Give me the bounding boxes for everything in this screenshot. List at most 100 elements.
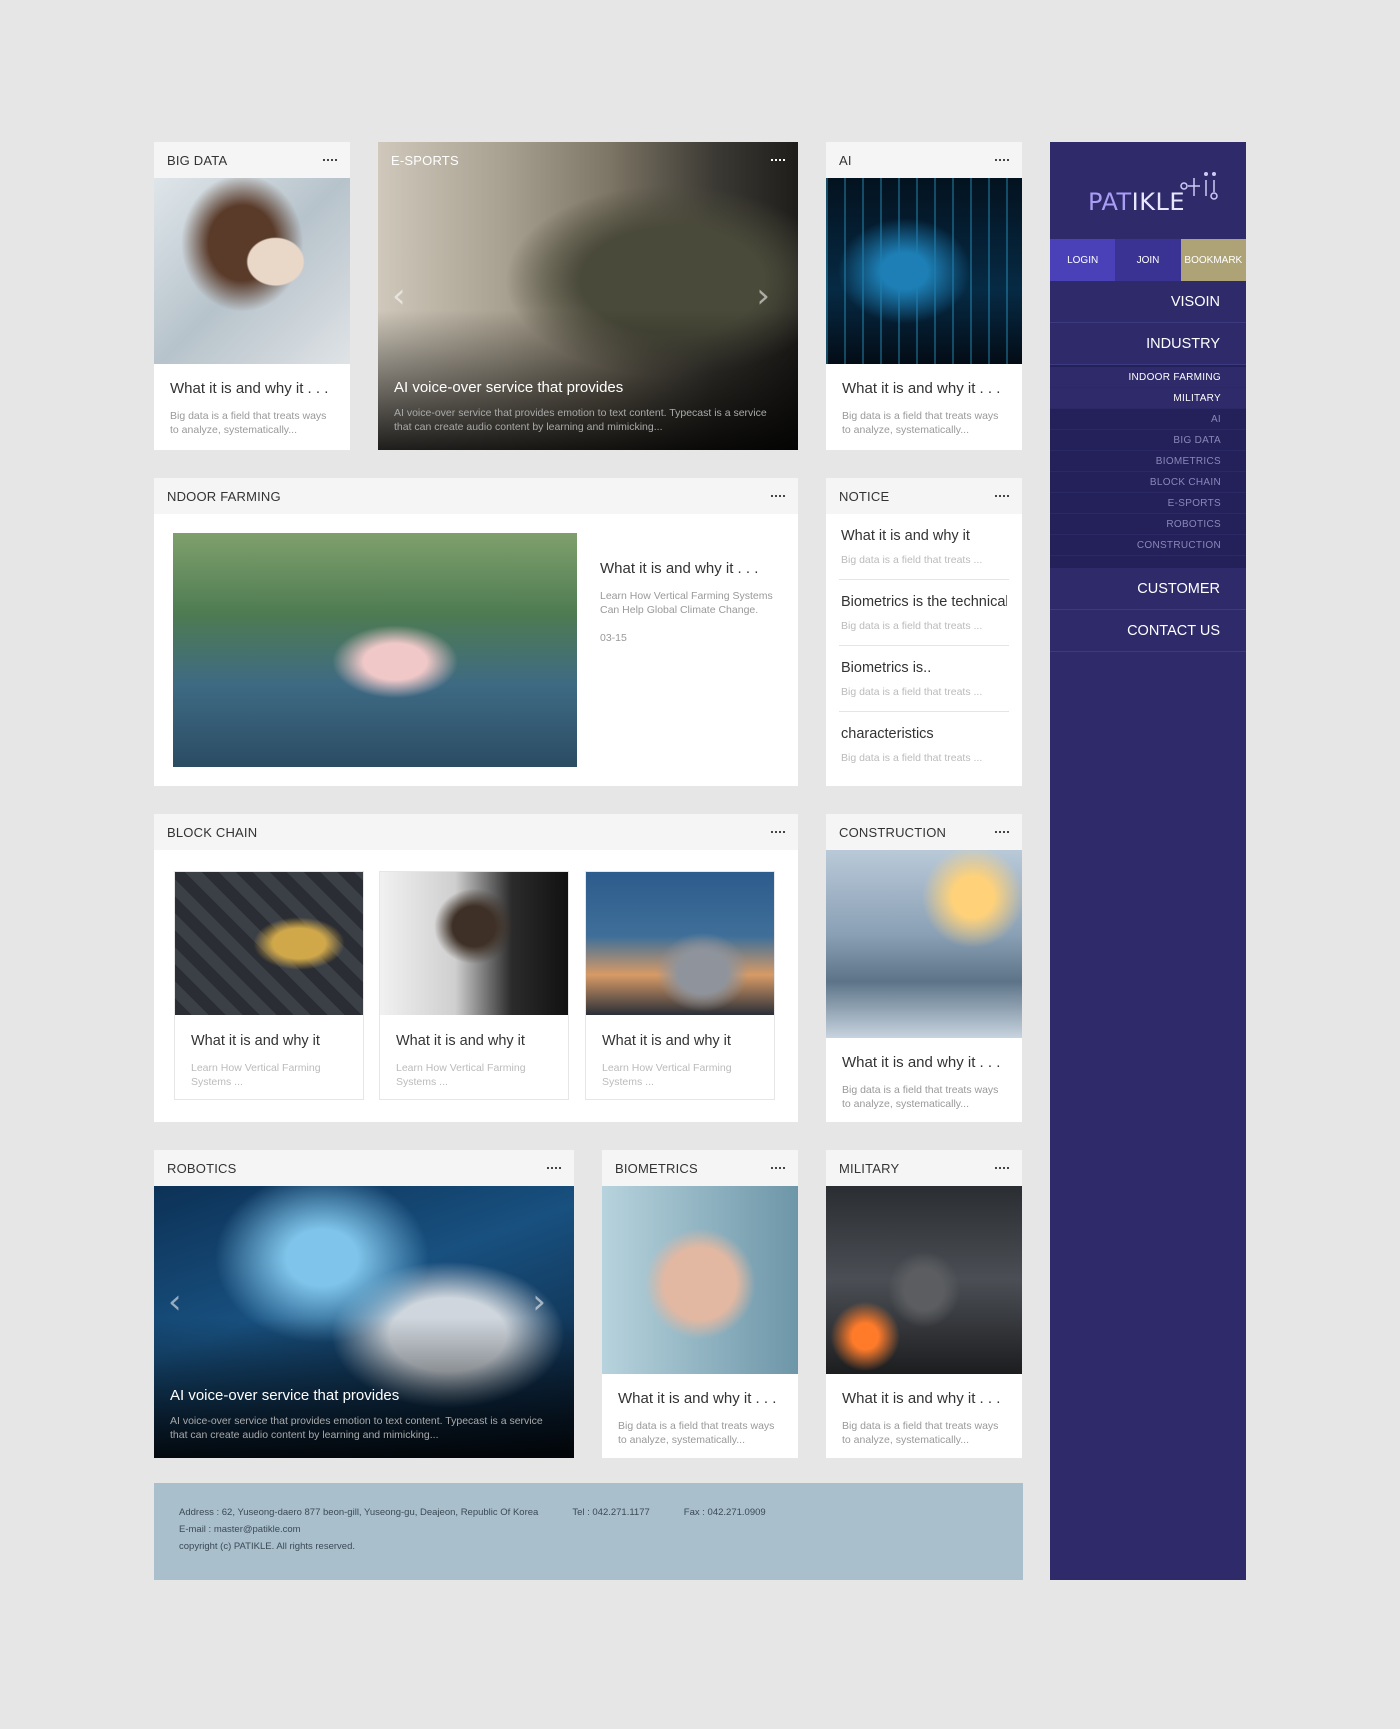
more-icon[interactable]: [995, 1163, 1009, 1173]
card-title: MILITARY: [839, 1160, 900, 1176]
more-icon[interactable]: [547, 1163, 561, 1173]
card-header: BIOMETRICS: [602, 1150, 798, 1186]
card-e-sports: E-SPORTS ‹ › AI voice-over service that …: [378, 142, 798, 450]
nav-customer[interactable]: CUSTOMER: [1050, 568, 1246, 610]
card-robotics: ROBOTICS ‹ › AI voice-over service that …: [154, 1150, 574, 1458]
footer-fax: Fax : 042.271.0909: [683, 1507, 766, 1518]
footer-copyright: copyright (c) PATIKLE. All rights reserv…: [179, 1541, 355, 1552]
article-title[interactable]: What it is and why it . . .: [618, 1390, 782, 1407]
industry-submenu: INDOOR FARMING MILITARY AI BIG DATA BIOM…: [1050, 365, 1246, 568]
notice-item[interactable]: What it is and why it Big data is a fiel…: [839, 514, 1009, 580]
notice-item[interactable]: Biometrics is the technical Big data is …: [839, 580, 1009, 646]
submenu-big-data[interactable]: BIG DATA: [1050, 430, 1246, 451]
card-title: NDOOR FARMING: [167, 488, 281, 504]
submenu-e-sports[interactable]: E-SPORTS: [1050, 493, 1246, 514]
submenu-military[interactable]: MILITARY: [1050, 388, 1246, 409]
nav-industry[interactable]: INDUSTRY: [1050, 323, 1246, 365]
block-chain-image: [586, 872, 774, 1015]
military-image[interactable]: [826, 1186, 1022, 1374]
more-icon[interactable]: [771, 491, 785, 501]
logo[interactable]: PATIKLE: [1050, 142, 1246, 239]
block-chain-item[interactable]: What it is and why it Learn How Vertical…: [379, 871, 569, 1100]
card-title: BLOCK CHAIN: [167, 824, 258, 840]
block-chain-item[interactable]: What it is and why it Learn How Vertical…: [585, 871, 775, 1100]
ai-image[interactable]: [826, 178, 1022, 364]
submenu-ai[interactable]: AI: [1050, 409, 1246, 430]
footer-address: Address : 62, Yuseong-daero 877 beon-gil…: [179, 1507, 539, 1518]
card-construction: CONSTRUCTION What it is and why it . . .…: [826, 814, 1022, 1122]
more-icon[interactable]: [323, 155, 337, 165]
bookmark-button[interactable]: BOOKMARK: [1180, 239, 1246, 281]
block-chain-image: [175, 872, 363, 1015]
article-title: What it is and why it: [191, 1033, 320, 1049]
block-chain-image: [380, 872, 568, 1015]
notice-description: Big data is a field that treats ...: [841, 620, 983, 632]
card-header: BLOCK CHAIN: [154, 814, 798, 850]
card-header: NDOOR FARMING: [154, 478, 798, 514]
article-description: Learn How Vertical Farming Systems Can H…: [600, 590, 773, 616]
notice-title: characteristics: [841, 726, 934, 742]
article-description: Big data is a field that treats ways to …: [842, 1420, 999, 1446]
slide-title[interactable]: AI voice-over service that provides: [170, 1387, 558, 1404]
card-indoor-farming: NDOOR FARMING What it is and why it . . …: [154, 478, 798, 786]
notice-item[interactable]: characteristics Big data is a field that…: [839, 712, 1009, 778]
card-header: MILITARY: [826, 1150, 1022, 1186]
submenu-indoor-farming[interactable]: INDOOR FARMING: [1050, 367, 1246, 388]
card-block-chain: BLOCK CHAIN What it is and why it Learn …: [154, 814, 798, 1122]
notice-title: What it is and why it: [841, 528, 970, 544]
more-icon[interactable]: [995, 491, 1009, 501]
article-title: What it is and why it: [396, 1033, 525, 1049]
biometrics-image[interactable]: [602, 1186, 798, 1374]
nav-vision[interactable]: VISOIN: [1050, 281, 1246, 323]
slide-description: AI voice-over service that provides emot…: [394, 407, 767, 433]
card-header: AI: [826, 142, 1022, 178]
big-data-image[interactable]: [154, 178, 350, 364]
slide-description: AI voice-over service that provides emot…: [170, 1415, 543, 1441]
footer: Address : 62, Yuseong-daero 877 beon-gil…: [154, 1483, 1023, 1580]
article-description: Big data is a field that treats ways to …: [842, 410, 999, 436]
article-title: What it is and why it: [602, 1033, 731, 1049]
notice-title: Biometrics is..: [841, 660, 932, 676]
block-chain-item[interactable]: What it is and why it Learn How Vertical…: [174, 871, 364, 1100]
card-header: NOTICE: [826, 478, 1022, 514]
article-title[interactable]: What it is and why it . . .: [170, 380, 334, 397]
card-title: BIOMETRICS: [615, 1160, 698, 1176]
article-description: Big data is a field that treats ways to …: [842, 1084, 999, 1110]
sidebar: PATIKLE LOGIN JOIN BOOKMARK VISOIN INDUS…: [1050, 142, 1246, 1580]
article-title[interactable]: What it is and why it . . .: [842, 1390, 1006, 1407]
card-ai: AI What it is and why it . . . Big data …: [826, 142, 1022, 450]
notice-description: Big data is a field that treats ...: [841, 686, 983, 698]
logo-mark-icon: [1180, 172, 1218, 200]
card-title: AI: [839, 152, 852, 168]
submenu-robotics[interactable]: ROBOTICS: [1050, 514, 1246, 535]
indoor-farming-image[interactable]: [173, 533, 577, 767]
submenu-block-chain[interactable]: BLOCK CHAIN: [1050, 472, 1246, 493]
construction-image[interactable]: [826, 850, 1022, 1038]
more-icon[interactable]: [995, 827, 1009, 837]
article-title[interactable]: What it is and why it . . .: [842, 380, 1006, 397]
chevron-right-icon[interactable]: ›: [756, 276, 770, 316]
notice-item[interactable]: Biometrics is.. Big data is a field that…: [839, 646, 1009, 712]
join-button[interactable]: JOIN: [1115, 239, 1181, 281]
more-icon[interactable]: [771, 827, 785, 837]
slide-title[interactable]: AI voice-over service that provides: [394, 379, 782, 396]
chevron-left-icon[interactable]: ‹: [168, 1282, 182, 1322]
notice-description: Big data is a field that treats ...: [841, 554, 983, 566]
article-date: 03-15: [600, 632, 627, 644]
article-title[interactable]: What it is and why it . . .: [600, 560, 790, 577]
article-title[interactable]: What it is and why it . . .: [842, 1054, 1006, 1071]
more-icon[interactable]: [771, 1163, 785, 1173]
card-header: E-SPORTS: [378, 142, 798, 178]
more-icon[interactable]: [995, 155, 1009, 165]
logo-text: PATIKLE: [1088, 188, 1185, 216]
login-button[interactable]: LOGIN: [1050, 239, 1116, 281]
notice-description: Big data is a field that treats ...: [841, 752, 983, 764]
nav-contact-us[interactable]: CONTACT US: [1050, 610, 1246, 652]
chevron-left-icon[interactable]: ‹: [392, 276, 406, 316]
submenu-biometrics[interactable]: BIOMETRICS: [1050, 451, 1246, 472]
chevron-right-icon[interactable]: ›: [532, 1282, 546, 1322]
footer-email: E-mail : master@patikle.com: [179, 1524, 301, 1535]
card-header: CONSTRUCTION: [826, 814, 1022, 850]
more-icon[interactable]: [771, 155, 785, 165]
submenu-construction[interactable]: CONSTRUCTION: [1050, 535, 1246, 556]
